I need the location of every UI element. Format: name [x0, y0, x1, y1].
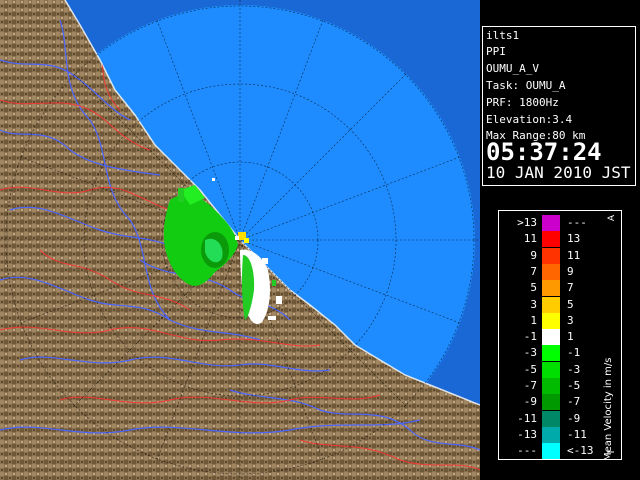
legend-bin-max: -9 — [567, 411, 581, 425]
legend-bin-max: 7 — [567, 281, 574, 295]
legend-unit-label-wrap: Mean Velocity in m/s — [603, 271, 619, 461]
legend-bin-max: 13 — [567, 232, 581, 246]
legend-bin-min: 1 — [530, 313, 537, 327]
legend-bin-max: 3 — [567, 313, 574, 327]
legend-swatch — [542, 443, 560, 460]
elevation-value: Elevation:3.4 — [486, 113, 573, 126]
legend-bin-max: --- — [567, 216, 587, 229]
legend-bin-min: -13 — [517, 427, 537, 441]
legend-swatch — [542, 329, 560, 346]
legend-bin-min: >13 — [517, 216, 537, 229]
legend-bin-min: -11 — [517, 411, 537, 425]
legend-bin-min: 7 — [530, 264, 537, 278]
prf-value: PRF: 1800Hz — [486, 96, 559, 109]
legend-bin-min: 11 — [523, 232, 537, 246]
legend-swatch — [542, 215, 560, 231]
legend-bin-max: 11 — [567, 248, 581, 262]
legend-swatch — [542, 378, 560, 394]
scan-time: 05:37:24 — [486, 138, 602, 166]
legend-swatch — [542, 394, 560, 411]
legend-bin-min: --- — [517, 444, 537, 458]
legend-swatch — [542, 426, 560, 443]
legend-bin-min: -3 — [523, 346, 537, 360]
velocity-legend: >13 --- 11 13 9 11 7 9 5 7 3 5 1 3 -1 1 -3 -1 -5 -3 -7 -5 -9 -7… — [498, 210, 622, 461]
legend-unit-label: Mean Velocity in m/s — [603, 357, 614, 461]
legend-swatch — [542, 296, 560, 313]
legend-bin-min: -1 — [523, 330, 537, 344]
legend-bin-min: 9 — [530, 248, 537, 262]
scan-info-box: ilts1 PPI OUMU_A_V Task: OUMU_A PRF: 180… — [482, 26, 636, 186]
legend-bin-min: -7 — [523, 379, 537, 392]
legend-bin-min: -9 — [523, 395, 537, 409]
legend-bin-max: -11 — [567, 427, 587, 441]
legend-bin-max: -1 — [567, 346, 581, 360]
product-type: PPI — [486, 45, 506, 58]
legend-bin-min: 5 — [530, 281, 537, 295]
legend-bin-max: -3 — [567, 362, 581, 376]
legend-swatch — [542, 345, 560, 362]
legend-bin-max: 9 — [567, 264, 574, 278]
volume-name: OUMU_A_V — [486, 62, 539, 75]
legend-swatch — [542, 361, 560, 378]
task-name: Task: OUMU_A — [486, 79, 566, 92]
scan-date: 10 JAN 2010 JST — [486, 163, 631, 182]
legend-corner-top: A — [607, 214, 618, 222]
legend-bin-max: -7 — [567, 395, 581, 409]
legend-swatch — [542, 231, 560, 248]
radar-map[interactable] — [0, 0, 480, 480]
legend-swatch — [542, 312, 560, 329]
legend-bin-max: 5 — [567, 297, 574, 311]
legend-bin-max: -5 — [567, 379, 581, 392]
legend-bin-max: 1 — [567, 330, 574, 344]
legend-swatch — [542, 410, 560, 427]
legend-swatch — [542, 247, 560, 264]
site-name: ilts1 — [486, 29, 520, 42]
legend-swatch — [542, 280, 560, 297]
legend-bin-min: 3 — [530, 297, 537, 311]
legend-corner-bottom: T — [606, 449, 617, 455]
legend-bin-max: <-13 — [567, 444, 594, 458]
legend-bin-min: -5 — [523, 362, 537, 376]
side-panel: ilts1 PPI OUMU_A_V Task: OUMU_A PRF: 180… — [480, 0, 640, 480]
legend-swatch — [542, 263, 560, 280]
